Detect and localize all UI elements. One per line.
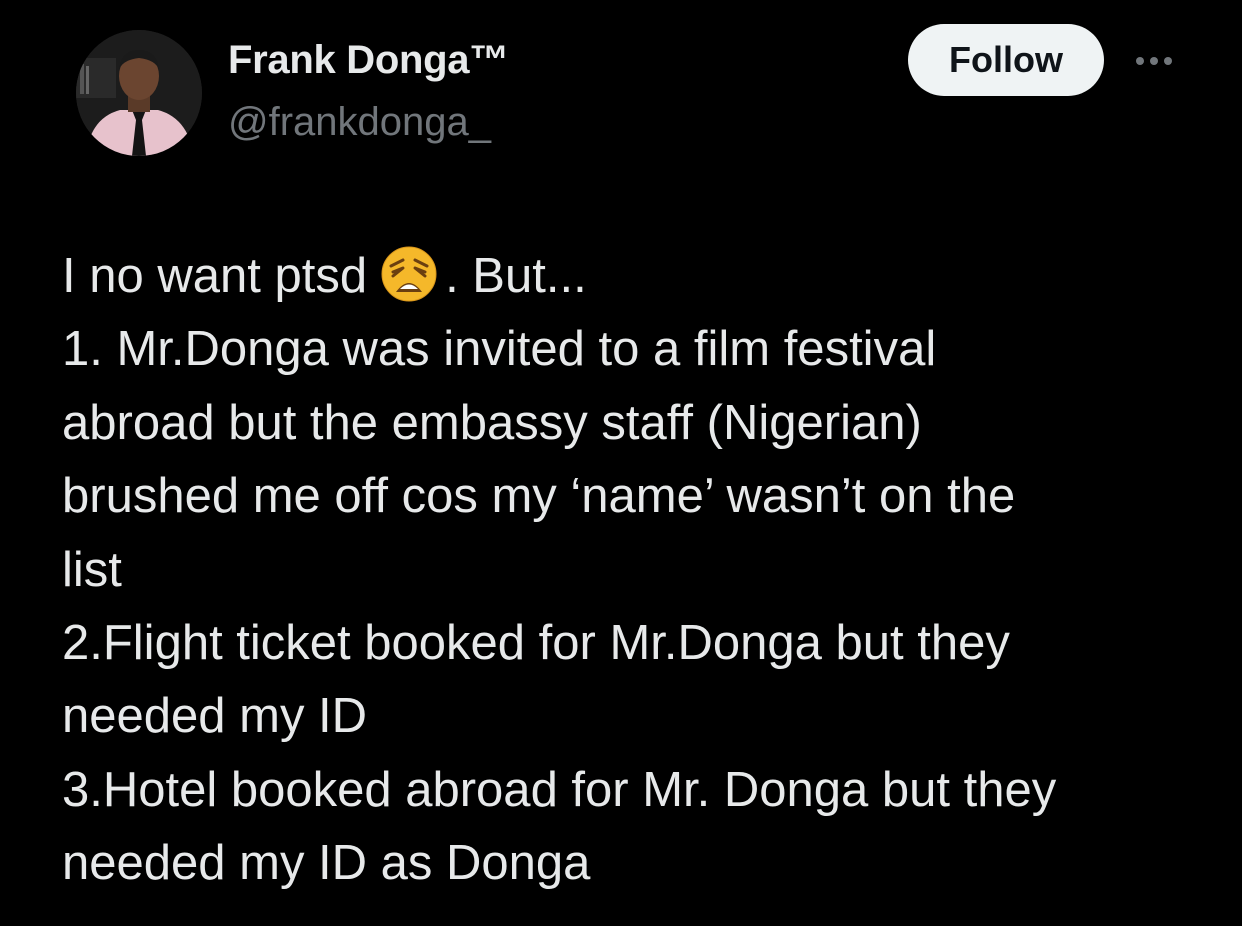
more-horizontal-icon bbox=[1133, 57, 1175, 65]
avatar[interactable] bbox=[76, 30, 202, 156]
weary-face-emoji-icon bbox=[381, 246, 437, 302]
tweet-line: 2.Flight ticket booked for Mr.Donga but … bbox=[62, 616, 1010, 671]
tweet-card: Frank Donga™ @frankdonga_ Follow I no wa… bbox=[0, 0, 1242, 926]
tweet-line: 3.Hotel booked abroad for Mr. Donga but … bbox=[62, 762, 1057, 817]
tweet-line: abroad but the embassy staff (Nigerian) bbox=[62, 395, 922, 450]
tweet-text: I no want ptsd . But... 1. Mr.Donga was … bbox=[62, 240, 1222, 901]
tweet-line: I no want ptsd . But... bbox=[62, 240, 1222, 313]
tweet-line: 1. Mr.Donga was invited to a film festiv… bbox=[62, 322, 937, 377]
tweet-line-text: . But... bbox=[445, 249, 587, 303]
tweet-line-text: I no want ptsd bbox=[62, 249, 368, 303]
tweet-line: list bbox=[62, 542, 122, 597]
more-options-button[interactable] bbox=[1126, 44, 1182, 78]
tweet-line: needed my ID bbox=[62, 689, 368, 744]
author-handle[interactable]: @frankdonga_ bbox=[228, 100, 491, 145]
follow-button[interactable]: Follow bbox=[908, 24, 1104, 96]
author-display-name[interactable]: Frank Donga™ bbox=[228, 38, 509, 83]
tweet-line: brushed me off cos my ‘name’ wasn’t on t… bbox=[62, 469, 1016, 524]
tweet-line: needed my ID as Donga bbox=[62, 836, 591, 891]
